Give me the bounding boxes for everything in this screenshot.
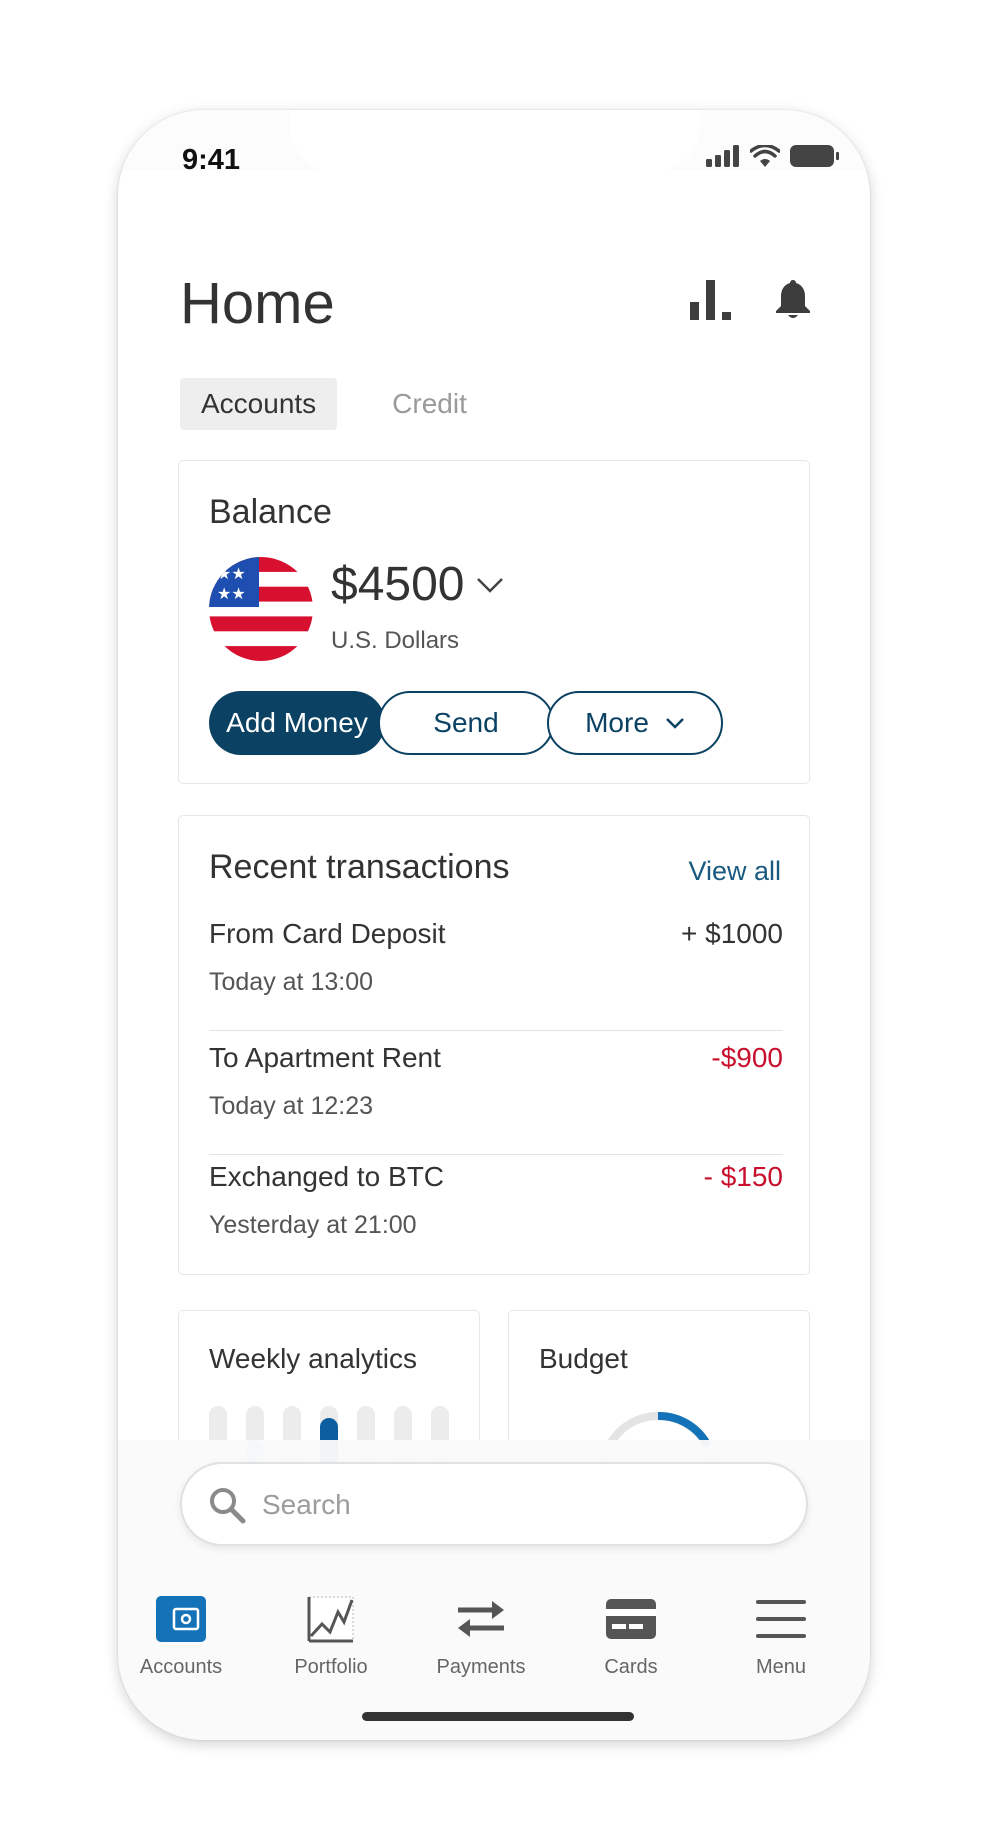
signal-icon xyxy=(706,145,739,167)
phone-frame: 9:41 Home Accounts Credit Balance ★★ ★★ … xyxy=(118,110,870,1740)
nav-item-portfolio[interactable]: Portfolio xyxy=(261,1590,401,1679)
chart-icon[interactable] xyxy=(690,280,732,325)
transaction-name: To Apartment Rent xyxy=(209,1042,441,1073)
nav-item-menu[interactable]: Menu xyxy=(711,1590,851,1679)
balance-title: Balance xyxy=(209,493,332,531)
portfolio-chart-icon xyxy=(261,1590,401,1648)
transaction-amount: -$900 xyxy=(711,1042,783,1073)
hamburger-icon xyxy=(711,1590,851,1648)
transaction-amount: - $150 xyxy=(703,1161,783,1192)
nav-label: Portfolio xyxy=(294,1656,368,1678)
nav-item-payments[interactable]: Payments xyxy=(411,1590,551,1679)
bottom-navigation: Accounts Portfolio Payments Cards Menu xyxy=(118,1590,870,1690)
tab-accounts[interactable]: Accounts xyxy=(180,378,338,430)
tab-credit[interactable]: Credit xyxy=(371,378,488,430)
svg-text:★★: ★★ xyxy=(217,584,246,603)
bell-icon[interactable] xyxy=(774,280,812,325)
home-indicator xyxy=(362,1712,634,1721)
chevron-down-icon xyxy=(477,577,504,593)
transactions-title: Recent transactions xyxy=(209,848,510,886)
search-bar[interactable] xyxy=(180,1462,808,1546)
balance-amount: $4500 xyxy=(331,558,465,611)
nav-label: Payments xyxy=(436,1656,526,1678)
nav-label: Cards xyxy=(604,1656,658,1678)
card-icon xyxy=(561,1590,701,1648)
balance-card: Balance ★★ ★★ $4500 U.S. Dollars Add Mon… xyxy=(178,460,810,784)
status-bar: 9:41 xyxy=(118,110,870,176)
transaction-row[interactable]: From Card Deposit Today at 13:00 + $1000 xyxy=(209,906,783,1031)
notch xyxy=(290,110,700,172)
search-icon xyxy=(208,1486,246,1529)
nav-label: Menu xyxy=(755,1656,807,1678)
transaction-amount: + $1000 xyxy=(681,918,783,949)
transaction-row[interactable]: To Apartment Rent Today at 12:23 -$900 xyxy=(209,1030,783,1155)
search-input[interactable] xyxy=(260,1482,784,1528)
send-button[interactable]: Send xyxy=(378,691,554,755)
view-all-link[interactable]: View all xyxy=(688,856,781,887)
svg-text:★★: ★★ xyxy=(217,564,246,583)
battery-icon xyxy=(790,145,839,167)
wallet-icon xyxy=(118,1590,251,1648)
transaction-name: Exchanged to BTC xyxy=(209,1161,445,1192)
nav-item-accounts[interactable]: Accounts xyxy=(118,1590,251,1679)
more-button[interactable]: More xyxy=(547,691,723,755)
status-time: 9:41 xyxy=(182,144,241,176)
status-icons xyxy=(706,144,840,168)
add-money-label: Add Money xyxy=(226,707,368,738)
transaction-time: Today at 12:23 xyxy=(209,1092,374,1120)
balance-amount-selector[interactable]: $4500 xyxy=(331,557,504,612)
transaction-row[interactable]: Exchanged to BTC Yesterday at 21:00 - $1… xyxy=(209,1149,783,1273)
us-flag-icon: ★★ ★★ xyxy=(209,557,313,661)
page-title: Home xyxy=(180,271,335,336)
add-money-button[interactable]: Add Money xyxy=(209,691,385,755)
nav-item-cards[interactable]: Cards xyxy=(561,1590,701,1679)
transaction-time: Today at 13:00 xyxy=(209,968,374,996)
recent-transactions-card: Recent transactions View all From Card D… xyxy=(178,815,810,1275)
account-tabs: Accounts Credit xyxy=(180,378,488,430)
send-label: Send xyxy=(433,707,499,738)
budget-title: Budget xyxy=(539,1343,628,1374)
transaction-time: Yesterday at 21:00 xyxy=(209,1211,417,1239)
currency-name: U.S. Dollars xyxy=(331,627,460,654)
transfer-arrows-icon xyxy=(411,1590,551,1648)
transaction-name: From Card Deposit xyxy=(209,918,446,949)
nav-label: Accounts xyxy=(139,1656,223,1678)
more-label: More xyxy=(585,707,649,738)
wifi-icon xyxy=(750,145,780,167)
weekly-analytics-title: Weekly analytics xyxy=(209,1343,418,1374)
chevron-down-icon xyxy=(666,718,684,729)
